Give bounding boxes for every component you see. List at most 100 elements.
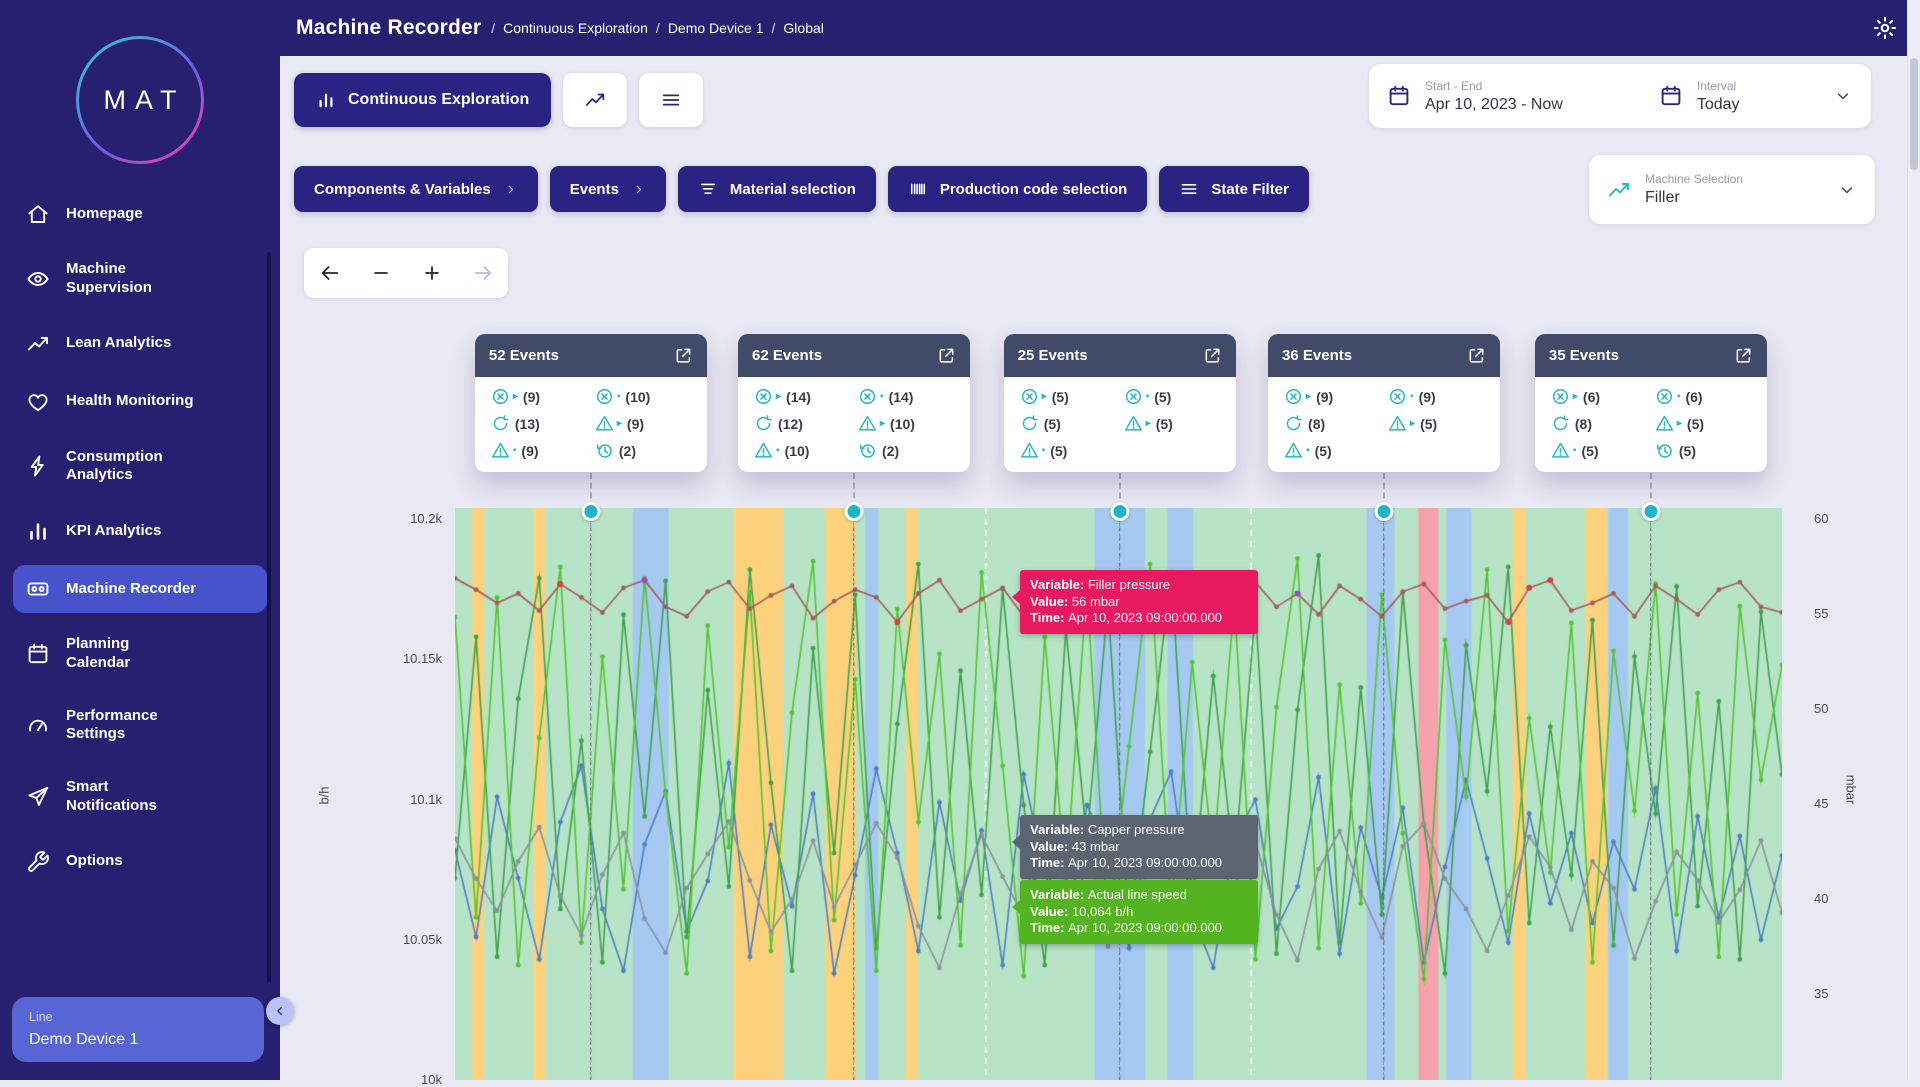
filter-material-selection[interactable]: Material selection (678, 166, 876, 212)
chevron-down-icon[interactable] (1833, 86, 1853, 106)
history-forward-button[interactable] (461, 251, 505, 295)
cancel-icon (1284, 387, 1303, 406)
event-type-count: ▸(9) (595, 414, 691, 433)
sidebar-item-consumption-analytics[interactable]: Consumption Analytics (13, 436, 267, 498)
event-card-header: 36 Events (1268, 334, 1500, 377)
event-count: (9) (627, 416, 644, 432)
sidebar-item-performance-settings[interactable]: Performance Settings (13, 695, 267, 757)
event-count: (6) (1583, 389, 1600, 405)
event-marker-dot[interactable] (1375, 502, 1394, 521)
interval-field[interactable]: Interval Today (1659, 79, 1740, 114)
warning-icon (1655, 414, 1674, 433)
filter-label: Material selection (730, 181, 856, 198)
scrollbar-thumb[interactable] (1910, 58, 1918, 170)
line-view-button[interactable] (563, 73, 627, 127)
warning-icon (858, 414, 877, 433)
chevron-down-icon[interactable] (1837, 180, 1857, 200)
event-marker-dot[interactable] (1641, 502, 1660, 521)
recorder-icon (26, 577, 50, 601)
chart-tooltip: Variable: Actual line speedValue: 10,064… (1020, 880, 1258, 944)
settings-gear-icon[interactable] (1872, 15, 1898, 41)
event-type-count: ▸(14) (754, 387, 850, 406)
event-count: (5) (1581, 443, 1598, 459)
machine-selection-dropdown[interactable]: Machine Selection Filler (1589, 155, 1875, 224)
sidebar-item-options[interactable]: Options (13, 838, 267, 886)
arrow-marker-icon: ▸ (1677, 418, 1682, 429)
event-marker-dot[interactable] (1110, 502, 1129, 521)
breadcrumb-item[interactable]: Global (783, 20, 823, 36)
cancel-icon (1124, 387, 1143, 406)
breadcrumb-item[interactable]: Demo Device 1 (668, 20, 764, 36)
external-link-icon[interactable] (1467, 346, 1486, 365)
event-marker-dot[interactable] (581, 502, 600, 521)
interval-value: Today (1697, 96, 1740, 114)
filter-events[interactable]: Events (550, 166, 666, 212)
external-link-icon[interactable] (1203, 346, 1222, 365)
zoom-out-button[interactable] (359, 251, 403, 295)
menu-icon (660, 89, 682, 111)
chart-tooltip: Variable: Filler pressureValue: 56 mbarT… (1020, 570, 1258, 634)
event-timeline-line (853, 508, 854, 1080)
sidebar-item-label: Planning Calendar (66, 635, 130, 673)
event-count: (8) (1575, 416, 1592, 432)
filter-production-code-selection[interactable]: Production code selection (888, 166, 1148, 212)
external-link-icon[interactable] (1734, 346, 1753, 365)
event-count-label: 36 Events (1282, 347, 1352, 364)
tooltip-value: Value: 56 mbar (1030, 594, 1248, 611)
barcode-icon (908, 179, 928, 199)
square-marker-icon: ▪ (1042, 445, 1046, 456)
continuous-exploration-button[interactable]: Continuous Exploration (294, 73, 551, 127)
home-icon (26, 202, 50, 226)
square-marker-icon: ▪ (617, 391, 621, 402)
filter-label: Events (570, 181, 619, 198)
event-summary-card: 35 Events▸(6)▪(6)(8)▸(5)▪(5)(5) (1535, 334, 1767, 472)
sidebar-item-lean-analytics[interactable]: Lean Analytics (13, 320, 267, 368)
page-scrollbar[interactable] (1907, 0, 1920, 1080)
event-type-count: ▪(10) (595, 387, 691, 406)
filter-components-variables[interactable]: Components & Variables (294, 166, 538, 212)
sidebar-scrollbar[interactable] (267, 252, 271, 982)
event-summary-card: 25 Events▸(5)▪(5)(5)▸(5)▪(5) (1004, 334, 1236, 472)
device-card-device-name: Demo Device 1 (29, 1031, 247, 1049)
filter-state-filter[interactable]: State Filter (1159, 166, 1309, 212)
sidebar-item-machine-supervision[interactable]: Machine Supervision (13, 248, 267, 310)
external-link-icon[interactable] (674, 346, 693, 365)
event-card-header: 25 Events (1004, 334, 1236, 377)
breadcrumb-separator: / (772, 20, 776, 36)
sidebar-item-homepage[interactable]: Homepage (13, 190, 267, 238)
event-type-count: ▪(5) (1124, 387, 1220, 406)
sidebar-item-health-monitoring[interactable]: Health Monitoring (13, 378, 267, 426)
sidebar-item-machine-recorder[interactable]: Machine Recorder (13, 565, 267, 613)
sidebar-item-label: Consumption Analytics (66, 448, 163, 486)
machine-selection-label: Machine Selection (1645, 172, 1743, 186)
sidebar-collapse-button[interactable] (266, 997, 294, 1025)
event-count-label: 25 Events (1018, 347, 1088, 364)
date-range-picker[interactable]: Start - End Apr 10, 2023 - Now Interval … (1369, 64, 1871, 128)
event-marker-dot[interactable] (845, 502, 864, 521)
event-summary-card: 52 Events▸(9)▪(10)(13)▸(9)▪(9)(2) (475, 334, 707, 472)
event-type-count: (8) (1284, 414, 1380, 433)
square-marker-icon: ▪ (776, 445, 780, 456)
breadcrumb-separator: / (656, 20, 660, 36)
bolt-icon (26, 454, 50, 478)
cancel-icon (858, 387, 877, 406)
rotate-icon (491, 414, 510, 433)
event-type-count: ▸(5) (1388, 414, 1484, 433)
zoom-in-button[interactable] (410, 251, 454, 295)
breadcrumb-item[interactable]: Continuous Exploration (503, 20, 648, 36)
event-count: (5) (1050, 443, 1067, 459)
arrow-marker-icon: ▸ (880, 418, 885, 429)
sidebar-item-kpi-analytics[interactable]: KPI Analytics (13, 507, 267, 555)
event-count: (5) (1052, 389, 1069, 405)
page-title: Machine Recorder (296, 16, 481, 40)
history-back-button[interactable] (308, 251, 352, 295)
sidebar-item-planning-calendar[interactable]: Planning Calendar (13, 623, 267, 685)
calendar-icon (26, 642, 50, 666)
sidebar-item-label: Health Monitoring (66, 392, 194, 411)
sidebar-item-smart-notifications[interactable]: Smart Notifications (13, 766, 267, 828)
calendar-icon (1387, 84, 1411, 108)
list-view-button[interactable] (639, 73, 703, 127)
external-link-icon[interactable] (937, 346, 956, 365)
event-type-count: ▸(5) (1655, 414, 1751, 433)
bars-icon (26, 519, 50, 543)
